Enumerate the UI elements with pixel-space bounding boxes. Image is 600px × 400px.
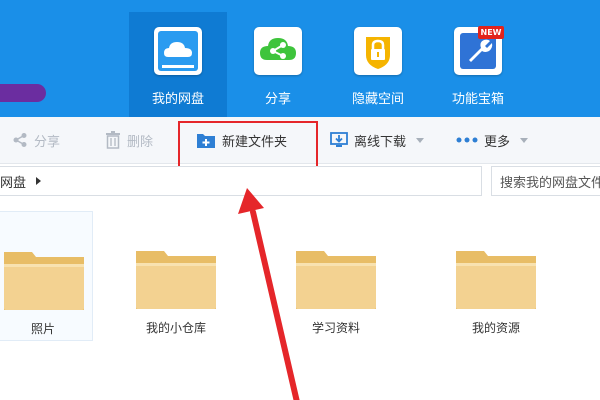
- nav-label-toolbox: 功能宝箱: [451, 92, 504, 107]
- delete-button[interactable]: 删除: [105, 117, 153, 163]
- folder-item[interactable]: 我的资源: [446, 211, 546, 341]
- search-placeholder: 搜索我的网盘文件: [500, 175, 600, 191]
- nav-hidden-space[interactable]: 隐藏空间: [329, 12, 427, 117]
- nav-my-netdisk[interactable]: 我的网盘: [129, 12, 227, 117]
- folder-icon: [456, 229, 536, 313]
- more-dots-icon: [456, 137, 478, 143]
- offline-download-label: 离线下载: [354, 134, 407, 150]
- folder-name: 我的小仓库: [145, 321, 206, 335]
- folder-item[interactable]: 我的小仓库: [126, 211, 226, 341]
- folder-icon: [4, 230, 84, 314]
- chevron-down-icon: [416, 137, 425, 143]
- more-label: 更多: [484, 134, 511, 150]
- chevron-down-icon: [520, 137, 529, 143]
- folder-name: 学习资料: [311, 321, 360, 335]
- share-label: 分享: [34, 134, 61, 150]
- delete-label: 删除: [127, 134, 154, 150]
- cloud-icon: [154, 27, 202, 75]
- top-header: 我的网盘 分享 隐藏空间 功能宝箱 NEW: [0, 0, 600, 117]
- folder-name: 我的资源: [471, 321, 520, 335]
- nav-label-my-netdisk: 我的网盘: [151, 92, 204, 107]
- nav-share[interactable]: 分享: [229, 12, 327, 117]
- chevron-right-icon[interactable]: [36, 177, 42, 185]
- folder-item[interactable]: 学习资料: [286, 211, 386, 341]
- folder-item[interactable]: 照片: [0, 211, 93, 341]
- share-icon: [12, 132, 28, 148]
- folder-name: 照片: [30, 322, 55, 336]
- new-badge: NEW: [478, 26, 504, 39]
- folder-icon: [136, 229, 216, 313]
- logo-fragment: [0, 84, 46, 102]
- share-icon: [254, 27, 302, 75]
- search-input[interactable]: 搜索我的网盘文件: [491, 166, 600, 196]
- share-button[interactable]: 分享: [12, 117, 60, 163]
- breadcrumb: 网盘: [0, 166, 482, 196]
- offline-download-button[interactable]: 离线下载: [330, 117, 425, 163]
- download-icon: [330, 132, 348, 148]
- nav-label-share: 分享: [264, 92, 291, 107]
- nav-label-hidden-space: 隐藏空间: [351, 92, 404, 107]
- highlight-box: [178, 121, 318, 169]
- more-button[interactable]: 更多: [456, 117, 529, 163]
- trash-icon: [105, 131, 121, 149]
- breadcrumb-item-netdisk[interactable]: 网盘: [0, 172, 26, 191]
- folder-icon: [296, 229, 376, 313]
- file-grid: 照片 我的小仓库 学习资料 我的资源: [0, 197, 600, 400]
- lock-icon: [354, 27, 402, 75]
